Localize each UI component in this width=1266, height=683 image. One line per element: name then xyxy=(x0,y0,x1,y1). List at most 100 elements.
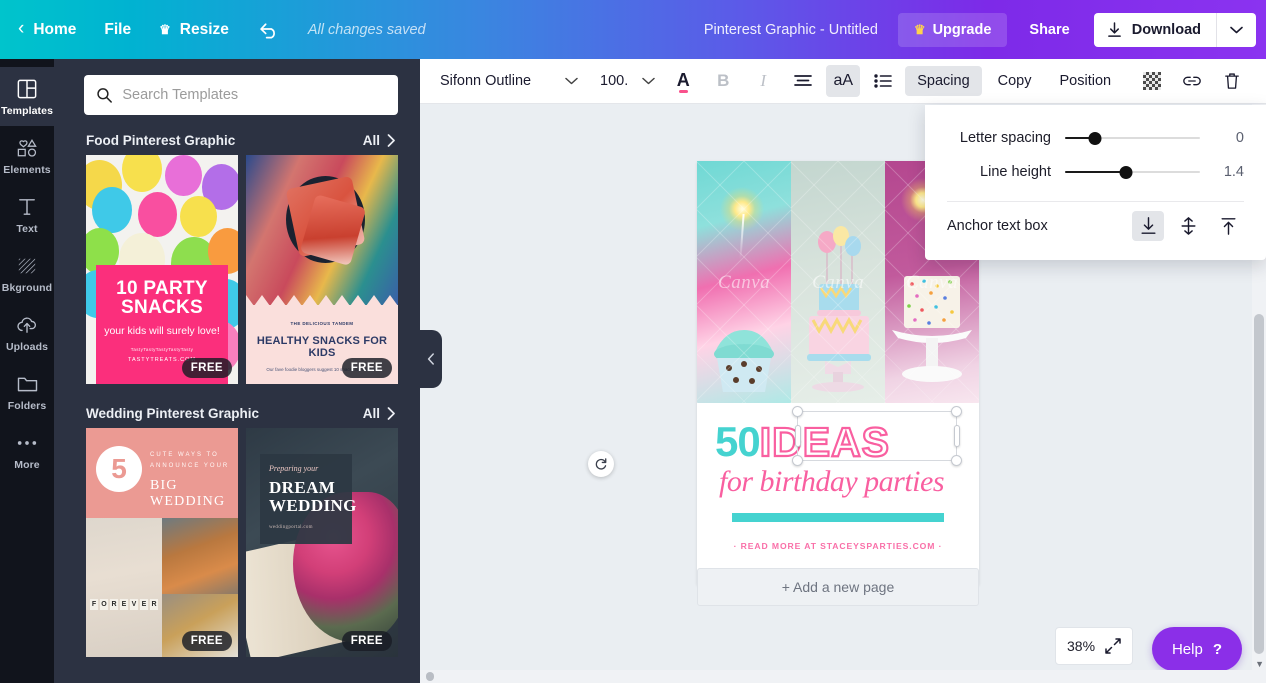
horizontal-scrollbar-thumb[interactable] xyxy=(426,672,434,681)
text-case-button[interactable]: aA xyxy=(826,65,860,97)
section-all-link-food[interactable]: All xyxy=(363,133,396,148)
resize-handle-left[interactable] xyxy=(795,425,801,447)
rotate-handle[interactable] xyxy=(588,451,614,477)
free-badge: FREE xyxy=(342,358,392,378)
file-label: File xyxy=(104,21,131,39)
sidebar-item-text[interactable]: Text xyxy=(0,185,54,244)
section-all-link-wedding[interactable]: All xyxy=(363,406,396,421)
cupcake-photo: Canva xyxy=(697,161,791,403)
upgrade-label: Upgrade xyxy=(933,22,992,38)
share-button[interactable]: Share xyxy=(1013,13,1085,47)
watermark-text: Canva xyxy=(697,272,791,294)
anchor-bottom-button[interactable] xyxy=(1132,211,1164,241)
template-card-party-snacks[interactable]: 10 PARTY SNACKS your kids will surely lo… xyxy=(86,155,238,384)
font-size-select[interactable]: 100. xyxy=(592,67,663,95)
copy-button[interactable]: Copy xyxy=(986,66,1044,96)
file-menu-button[interactable]: File xyxy=(90,0,145,59)
resize-handle-tr[interactable] xyxy=(951,406,962,417)
undo-icon xyxy=(259,21,280,39)
sidebar-item-templates[interactable]: Templates xyxy=(0,67,54,126)
tiered-cake-photo: Canva xyxy=(791,161,885,403)
font-family-select[interactable]: Sifonn Outline xyxy=(434,67,586,95)
zoom-control[interactable]: 38% xyxy=(1055,627,1133,665)
template-grid-food: 10 PARTY SNACKS your kids will surely lo… xyxy=(54,155,420,384)
download-icon xyxy=(1107,22,1122,38)
watermark-text: Canva xyxy=(885,272,979,294)
section-title: Food Pinterest Graphic xyxy=(86,133,235,148)
document-title[interactable]: Pinterest Graphic - Untitled xyxy=(704,22,878,38)
sidebar-item-folders[interactable]: Folders xyxy=(0,362,54,421)
slider-knob[interactable] xyxy=(1088,132,1101,145)
download-group: Download xyxy=(1094,13,1256,47)
letter-spacing-label: Letter spacing xyxy=(947,130,1051,146)
big-wedding-headline: BIG WEDDING xyxy=(150,478,238,510)
download-label: Download xyxy=(1132,22,1201,38)
line-height-slider[interactable] xyxy=(1065,164,1200,180)
align-icon xyxy=(794,74,812,88)
background-icon xyxy=(17,255,37,277)
letter-spacing-slider[interactable] xyxy=(1065,130,1200,146)
template-card-big-wedding[interactable]: 5 CUTE WAYS TO ANNOUNCE YOUR BIG WEDDING… xyxy=(86,428,238,657)
link-icon xyxy=(1182,73,1202,89)
add-page-button[interactable]: + Add a new page xyxy=(697,568,979,606)
sidebar-item-uploads[interactable]: Uploads xyxy=(0,303,54,362)
anchor-top-button[interactable] xyxy=(1212,211,1244,241)
sidebar-item-bkground[interactable]: Bkground xyxy=(0,244,54,303)
search-input[interactable] xyxy=(122,87,386,103)
resize-handle-right[interactable] xyxy=(954,425,960,447)
delete-button[interactable] xyxy=(1215,65,1249,97)
vertical-scrollbar-thumb[interactable] xyxy=(1254,314,1264,654)
download-button[interactable]: Download xyxy=(1094,13,1216,47)
text-align-button[interactable] xyxy=(786,65,820,97)
scroll-down-icon[interactable]: ▼ xyxy=(1255,659,1264,669)
help-button[interactable]: Help ? xyxy=(1152,627,1242,671)
chevron-right-icon xyxy=(387,134,396,147)
anchor-text-box-row: Anchor text box xyxy=(947,206,1244,246)
italic-button[interactable]: I xyxy=(746,65,780,97)
template-card-healthy-snacks[interactable]: THE DELICIOUS TANDEM HEALTHY SNACKS FOR … xyxy=(246,155,398,384)
letter-tile: R xyxy=(110,599,118,610)
expand-icon[interactable] xyxy=(1105,638,1121,654)
list-button[interactable] xyxy=(866,65,900,97)
font-family-value: Sifonn Outline xyxy=(440,73,531,89)
resize-button[interactable]: ♛ Resize xyxy=(145,0,243,59)
letter-tile: R xyxy=(150,599,158,610)
canvas-text-area: 50 IDEAS for birthday parties · READ MOR… xyxy=(697,403,979,585)
save-status: All changes saved xyxy=(308,22,426,38)
resize-handle-tl[interactable] xyxy=(792,406,803,417)
script-subheadline: for birthday parties xyxy=(719,465,944,499)
text-color-letter: A xyxy=(677,71,690,91)
collapse-panel-button[interactable] xyxy=(420,330,442,388)
position-button[interactable]: Position xyxy=(1048,66,1124,96)
templates-icon xyxy=(17,78,37,100)
chevron-down-icon xyxy=(565,74,578,88)
all-label: All xyxy=(363,133,380,148)
font-size-value: 100. xyxy=(600,73,628,89)
resize-handle-br[interactable] xyxy=(951,455,962,466)
search-box[interactable] xyxy=(84,75,398,115)
chevron-right-icon xyxy=(387,407,396,420)
templates-panel: Food Pinterest Graphic All xyxy=(54,59,420,683)
sidebar-item-elements[interactable]: Elements xyxy=(0,126,54,185)
horizontal-scrollbar[interactable] xyxy=(420,670,1252,683)
download-options-button[interactable] xyxy=(1216,13,1256,47)
transparency-button[interactable] xyxy=(1135,65,1169,97)
spacing-button[interactable]: Spacing xyxy=(905,66,981,96)
sidebar-label-bkground: Bkground xyxy=(2,282,52,294)
undo-button[interactable] xyxy=(243,0,296,59)
slider-knob[interactable] xyxy=(1119,166,1132,179)
healthy-snacks-photo xyxy=(246,155,398,305)
bold-button[interactable]: B xyxy=(706,65,740,97)
copy-label: Copy xyxy=(998,73,1032,89)
letter-tile: E xyxy=(120,599,128,610)
home-button[interactable]: ‹ Home xyxy=(0,0,90,59)
big-wedding-kicker: CUTE WAYS TO ANNOUNCE YOUR xyxy=(150,450,238,473)
text-color-button[interactable]: A xyxy=(666,65,700,97)
upgrade-button[interactable]: ♛ Upgrade xyxy=(898,13,1007,47)
position-label: Position xyxy=(1060,73,1112,89)
sidebar-item-more[interactable]: More xyxy=(0,421,54,480)
anchor-middle-button[interactable] xyxy=(1172,211,1204,241)
link-button[interactable] xyxy=(1175,65,1209,97)
resize-handle-bl[interactable] xyxy=(792,455,803,466)
template-card-dream-wedding[interactable]: Preparing your DREAM WEDDING weddingport… xyxy=(246,428,398,657)
